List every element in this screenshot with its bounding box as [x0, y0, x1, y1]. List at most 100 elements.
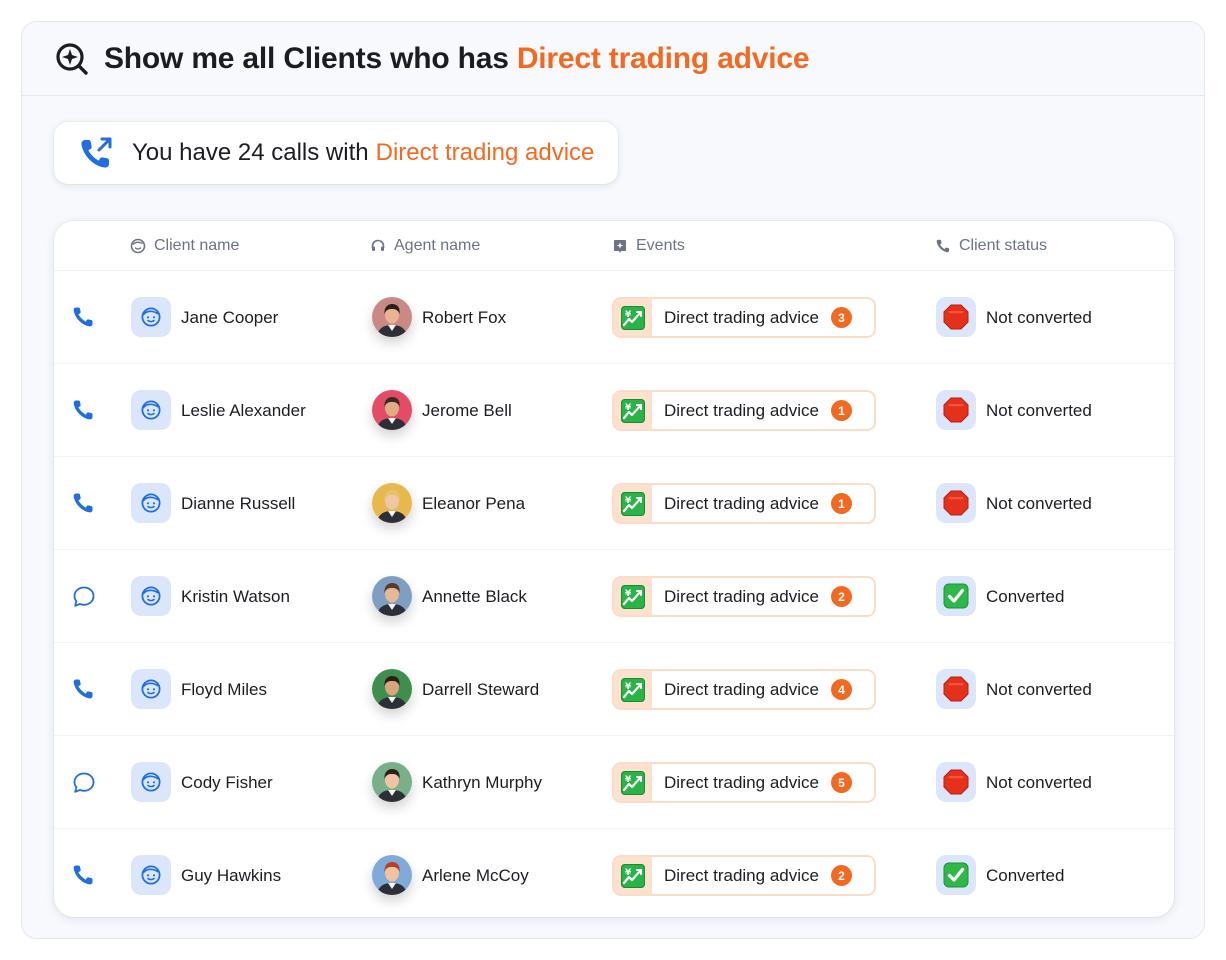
agent-name[interactable]: Eleanor Pena: [422, 457, 525, 550]
client-avatar: [131, 855, 171, 895]
column-header-events[interactable]: Events: [612, 221, 685, 271]
calls-summary-prefix: You have 24 calls with: [132, 139, 369, 166]
client-name[interactable]: Dianne Russell: [181, 457, 295, 550]
event-chip[interactable]: ¥ Direct trading advice 5: [612, 762, 876, 803]
column-header-client-status[interactable]: Client status: [935, 221, 1047, 271]
svg-text:¥: ¥: [625, 496, 632, 506]
agent-name[interactable]: Jerome Bell: [422, 364, 512, 457]
chart-increasing-yen-icon: ¥: [614, 764, 652, 801]
stop-sign-icon: [936, 669, 976, 709]
agent-avatar: [372, 297, 412, 337]
event-count-badge: 1: [830, 493, 852, 514]
column-header-agent-name[interactable]: Agent name: [370, 221, 480, 271]
event-count-badge: 1: [830, 400, 852, 421]
agent-name[interactable]: Darrell Steward: [422, 643, 539, 736]
smile-face-icon: [140, 864, 162, 886]
client-avatar: [131, 669, 171, 709]
svg-text:¥: ¥: [625, 682, 632, 692]
event-chip[interactable]: ¥ Direct trading advice 2: [612, 855, 876, 896]
stop-sign-icon: [936, 390, 976, 430]
client-name[interactable]: Floyd Miles: [181, 643, 267, 736]
client-name[interactable]: Jane Cooper: [181, 271, 278, 364]
event-chip[interactable]: ¥ Direct trading advice 1: [612, 483, 876, 524]
event-label: Direct trading advice: [664, 865, 819, 885]
client-status: Not converted: [986, 493, 1092, 513]
client-status: Converted: [986, 586, 1065, 606]
query-panel: Show me all Clients who has Direct tradi…: [21, 21, 1205, 939]
check-mark-icon: [936, 576, 976, 616]
agent-avatar: [372, 576, 412, 616]
agent-name[interactable]: Arlene McCoy: [422, 829, 529, 917]
phone-icon[interactable]: [71, 305, 97, 331]
event-chip[interactable]: ¥ Direct trading advice 1: [612, 390, 876, 431]
agent-avatar: [372, 483, 412, 523]
event-count-badge: 4: [830, 679, 852, 700]
svg-text:¥: ¥: [625, 868, 632, 878]
chat-bubble-icon[interactable]: [71, 584, 97, 610]
event-count-badge: 3: [830, 307, 852, 328]
client-name[interactable]: Leslie Alexander: [181, 364, 306, 457]
chart-increasing-yen-icon: ¥: [614, 485, 652, 522]
client-status: Not converted: [986, 400, 1092, 420]
agent-avatar: [372, 390, 412, 430]
agent-avatar: [372, 762, 412, 802]
smile-face-icon: [140, 771, 162, 793]
table-row[interactable]: Guy Hawkins Arlene McCoy ¥ Direct trading a…: [54, 829, 1174, 917]
agent-name[interactable]: Robert Fox: [422, 271, 506, 364]
client-status: Converted: [986, 865, 1065, 885]
table-row[interactable]: Jane Cooper Robert Fox ¥ Direct trading adv…: [54, 271, 1174, 364]
event-label: Direct trading advice: [664, 586, 819, 606]
event-chip[interactable]: ¥ Direct trading advice 4: [612, 669, 876, 710]
phone-icon[interactable]: [71, 398, 97, 424]
sparkle-square-icon: [614, 240, 626, 253]
event-count-badge: 2: [830, 865, 852, 886]
client-avatar: [131, 390, 171, 430]
table-row[interactable]: Dianne Russell Eleanor Pena ¥ Direct tradin…: [54, 457, 1174, 550]
stop-sign-icon: [936, 762, 976, 802]
column-label: Events: [636, 237, 685, 254]
event-chip[interactable]: ¥ Direct trading advice 3: [612, 297, 876, 338]
smile-face-icon: [130, 238, 146, 254]
client-name[interactable]: Cody Fisher: [181, 736, 273, 829]
page-title: Show me all Clients who has Direct tradi…: [104, 41, 810, 76]
phone-icon[interactable]: [71, 677, 97, 703]
table-row[interactable]: Leslie Alexander Jerome Bell ¥ Direct tradi…: [54, 364, 1174, 457]
client-avatar: [131, 762, 171, 802]
column-label: Client name: [154, 237, 240, 254]
client-name[interactable]: Kristin Watson: [181, 550, 290, 643]
smile-face-icon: [140, 306, 162, 328]
table-header: Client name Agent name Events Client sta…: [54, 221, 1174, 271]
check-mark-icon: [936, 855, 976, 895]
event-chip[interactable]: ¥ Direct trading advice 2: [612, 576, 876, 617]
event-label: Direct trading advice: [664, 400, 819, 420]
phone-icon[interactable]: [71, 491, 97, 517]
chat-bubble-icon[interactable]: [71, 770, 97, 796]
client-status: Not converted: [986, 307, 1092, 327]
svg-text:¥: ¥: [625, 589, 632, 599]
chart-increasing-yen-icon: ¥: [614, 857, 652, 894]
event-label: Direct trading advice: [664, 772, 819, 792]
phone-icon[interactable]: [71, 863, 97, 889]
svg-text:¥: ¥: [625, 775, 632, 785]
event-label: Direct trading advice: [664, 679, 819, 699]
event-label: Direct trading advice: [664, 307, 819, 327]
table-row[interactable]: Kristin Watson Annette Black ¥ Direct tradi…: [54, 550, 1174, 643]
agent-avatar: [372, 669, 412, 709]
phone-icon: [936, 239, 950, 253]
title-accent: Direct trading advice: [516, 41, 810, 75]
table-row[interactable]: Cody Fisher Kathryn Murphy ¥ Direct trading…: [54, 736, 1174, 829]
column-label: Agent name: [394, 237, 481, 254]
client-name[interactable]: Guy Hawkins: [181, 829, 281, 917]
clients-table: Client name Agent name Events Client sta…: [54, 221, 1174, 917]
table-row[interactable]: Floyd Miles Darrell Steward ¥ Direct tradin…: [54, 643, 1174, 736]
title-prefix: Show me all Clients who has: [104, 41, 509, 75]
calls-summary-accent: Direct trading advice: [375, 139, 595, 166]
event-count-badge: 5: [830, 772, 852, 793]
client-avatar: [131, 483, 171, 523]
agent-name[interactable]: Kathryn Murphy: [422, 736, 542, 829]
agent-name[interactable]: Annette Black: [422, 550, 527, 643]
column-header-client-name[interactable]: Client name: [130, 221, 239, 271]
smile-face-icon: [140, 585, 162, 607]
chart-increasing-yen-icon: ¥: [614, 392, 652, 429]
calls-summary: You have 24 calls with Direct trading adv…: [54, 122, 619, 184]
